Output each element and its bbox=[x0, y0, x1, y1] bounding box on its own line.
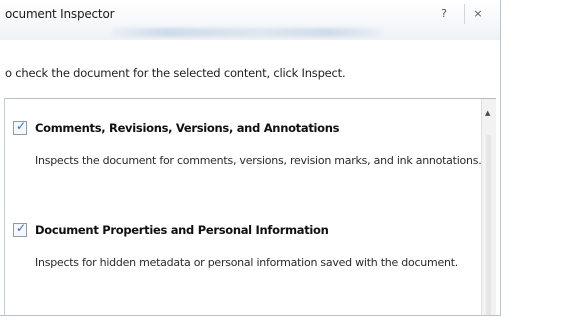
title-button-divider bbox=[464, 4, 465, 24]
stage: ocument Inspector ? × o check the docume… bbox=[0, 0, 562, 321]
comments-option-title: Comments, Revisions, Versions, and Annot… bbox=[35, 121, 340, 135]
instruction-text: o check the document for the selected co… bbox=[5, 66, 346, 80]
scroll-track[interactable] bbox=[486, 135, 491, 315]
dialog-title: ocument Inspector bbox=[5, 7, 115, 21]
comments-checkbox[interactable]: ✓ bbox=[13, 119, 27, 135]
help-button[interactable]: ? bbox=[436, 6, 452, 22]
vertical-scrollbar[interactable]: ▲ bbox=[481, 99, 496, 315]
inspection-options-list: ✓ Comments, Revisions, Versions, and Ann… bbox=[4, 98, 496, 315]
document-inspector-dialog: ocument Inspector ? × o check the docume… bbox=[0, 0, 501, 316]
checkmark-icon: ✓ bbox=[16, 119, 27, 133]
close-button[interactable]: × bbox=[470, 6, 486, 22]
scroll-up-arrow-icon[interactable]: ▲ bbox=[485, 109, 490, 117]
title-bar: ocument Inspector ? × bbox=[0, 0, 500, 40]
properties-checkbox[interactable]: ✓ bbox=[13, 221, 27, 237]
comments-option-description: Inspects the document for comments, vers… bbox=[35, 154, 482, 167]
checkmark-icon: ✓ bbox=[16, 221, 27, 235]
title-bar-blur bbox=[112, 28, 382, 37]
properties-option-description: Inspects for hidden metadata or personal… bbox=[35, 256, 459, 269]
properties-option-title: Document Properties and Personal Informa… bbox=[35, 223, 329, 237]
